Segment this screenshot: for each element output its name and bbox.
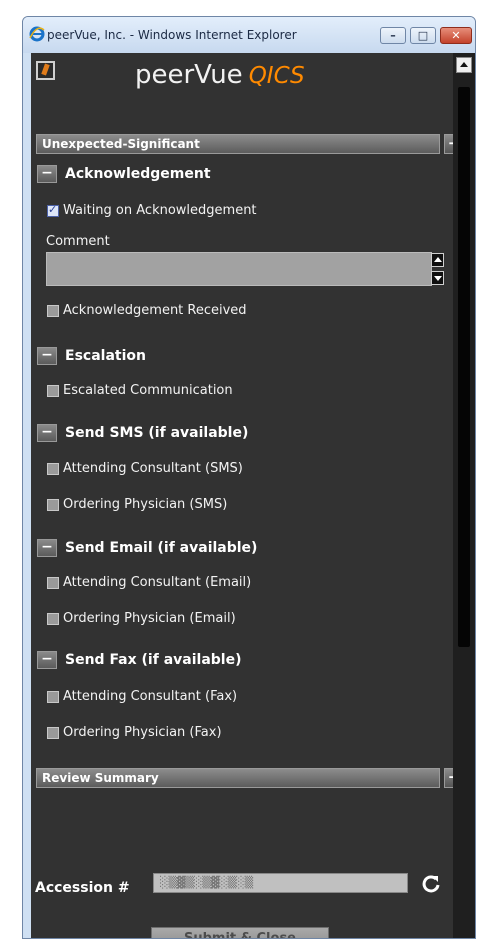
checkbox-label: Acknowledgement Received <box>63 303 247 318</box>
brand-logo: peerVue QICS <box>135 60 305 90</box>
submit-close-button[interactable]: Submit & Close <box>151 927 329 938</box>
section-title-escalation: Escalation <box>65 348 146 364</box>
waiting-on-acknowledgement-checkbox[interactable] <box>47 203 59 217</box>
checkbox-label: Attending Consultant (Email) <box>63 575 252 590</box>
minimize-icon: – <box>390 29 396 42</box>
acknowledgement-received-checkbox[interactable] <box>47 305 59 317</box>
sms-collapse-button[interactable]: − <box>37 424 57 442</box>
accession-field[interactable]: ░▒▓▒░▒▓░▒░▒ <box>153 873 408 893</box>
scroll-up-arrow-icon[interactable] <box>456 57 472 73</box>
browser-window: peerVue, Inc. - Windows Internet Explore… <box>22 16 476 939</box>
title-bar: peerVue, Inc. - Windows Internet Explore… <box>23 17 475 53</box>
acknowledgement-collapse-button[interactable]: − <box>37 165 57 183</box>
refresh-icon[interactable] <box>420 873 442 895</box>
accession-label: Accession # <box>35 880 130 896</box>
panel-title: Unexpected-Significant <box>42 137 200 151</box>
review-summary-header: Review Summary <box>36 768 440 788</box>
attending-consultant-email-checkbox[interactable] <box>47 577 59 589</box>
maximize-button[interactable]: □ <box>410 27 436 44</box>
attending-consultant-fax-checkbox[interactable] <box>47 691 59 703</box>
fax-collapse-button[interactable]: − <box>37 651 57 669</box>
section-title-email: Send Email (if available) <box>65 540 258 556</box>
maximize-icon: □ <box>417 29 429 42</box>
escalation-collapse-button[interactable]: − <box>37 347 57 365</box>
scroll-up-icon[interactable] <box>431 253 444 267</box>
checkbox-label: Escalated Communication <box>63 383 233 398</box>
section-title-acknowledgement: Acknowledgement <box>65 166 211 182</box>
app-logo-icon <box>36 61 55 80</box>
email-collapse-button[interactable]: − <box>37 539 57 557</box>
section-title-fax: Send Fax (if available) <box>65 652 242 668</box>
checkbox-label: Ordering Physician (SMS) <box>63 497 228 512</box>
attending-consultant-sms-checkbox[interactable] <box>47 463 59 475</box>
minimize-button[interactable]: – <box>380 27 406 44</box>
close-icon: ✕ <box>451 29 461 42</box>
checkbox-label: Attending Consultant (Fax) <box>63 689 238 704</box>
checkbox-label: Waiting on Acknowledgement <box>63 203 257 218</box>
escalated-communication-checkbox[interactable] <box>47 385 59 397</box>
panel-header: Unexpected-Significant <box>36 134 440 154</box>
scroll-down-icon[interactable] <box>431 271 444 285</box>
ordering-physician-sms-checkbox[interactable] <box>47 499 59 511</box>
product-name: QICS <box>248 63 305 89</box>
checkbox-label: Attending Consultant (SMS) <box>63 461 243 476</box>
brand-name: peerVue <box>135 60 243 90</box>
comment-textarea[interactable] <box>46 252 432 286</box>
page-content: peerVueQICS Unexpected-Significant − − A… <box>31 53 475 938</box>
scrollbar-thumb[interactable] <box>458 87 470 647</box>
window-title: peerVue, Inc. - Windows Internet Explore… <box>47 28 297 42</box>
ordering-physician-email-checkbox[interactable] <box>47 613 59 625</box>
checkbox-label: Ordering Physician (Fax) <box>63 725 222 740</box>
ordering-physician-fax-checkbox[interactable] <box>47 727 59 739</box>
checkbox-label: Ordering Physician (Email) <box>63 611 236 626</box>
internet-explorer-icon <box>29 26 45 42</box>
vertical-scrollbar[interactable] <box>453 53 475 938</box>
close-button[interactable]: ✕ <box>440 27 472 44</box>
comment-label: Comment <box>46 234 110 249</box>
section-title-sms: Send SMS (if available) <box>65 425 249 441</box>
review-summary-title: Review Summary <box>42 771 159 785</box>
